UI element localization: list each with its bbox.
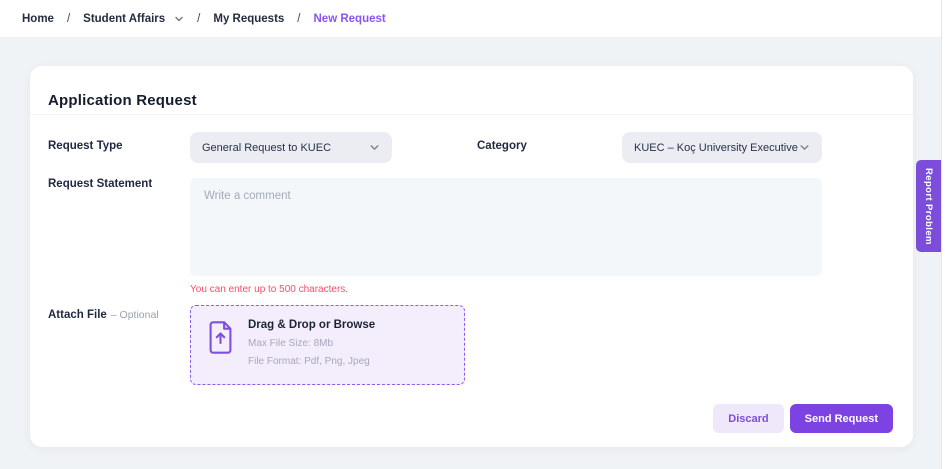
chevron-down-icon bbox=[369, 142, 380, 153]
breadcrumb-item-label: Student Affairs bbox=[83, 13, 165, 25]
dropzone-title: Drag & Drop or Browse bbox=[248, 319, 375, 331]
breadcrumb: Home / Student Affairs / My Requests / N… bbox=[22, 13, 386, 25]
breadcrumb-bar: Home / Student Affairs / My Requests / N… bbox=[0, 0, 945, 38]
report-problem-label: Report Problem bbox=[923, 168, 934, 245]
attach-file-label-text: Attach File bbox=[48, 309, 107, 321]
send-request-button[interactable]: Send Request bbox=[790, 404, 893, 433]
category-label: Category bbox=[477, 140, 527, 152]
breadcrumb-item-my-requests[interactable]: My Requests bbox=[213, 13, 284, 25]
category-value: KUEC – Koç University Executive Cou... bbox=[634, 142, 799, 154]
dropzone-text: Drag & Drop or Browse Max File Size: 8Mb… bbox=[248, 319, 375, 367]
breadcrumb-separator: / bbox=[67, 13, 70, 25]
file-dropzone[interactable]: Drag & Drop or Browse Max File Size: 8Mb… bbox=[190, 305, 465, 385]
breadcrumb-item-student-affairs[interactable]: Student Affairs bbox=[83, 13, 184, 25]
report-problem-tab[interactable]: Report Problem bbox=[916, 160, 941, 252]
character-limit-helper: You can enter up to 500 characters. bbox=[190, 284, 348, 295]
title-divider bbox=[30, 114, 913, 115]
breadcrumb-item-new-request: New Request bbox=[314, 13, 386, 25]
breadcrumb-separator: / bbox=[297, 13, 300, 25]
request-statement-label: Request Statement bbox=[48, 178, 152, 190]
chevron-down-icon bbox=[799, 142, 810, 153]
form-actions: Discard Send Request bbox=[713, 404, 893, 433]
category-select[interactable]: KUEC – Koç University Executive Cou... bbox=[622, 132, 822, 163]
breadcrumb-item-home[interactable]: Home bbox=[22, 13, 54, 25]
scrollbar-track[interactable] bbox=[941, 0, 945, 469]
page-title: Application Request bbox=[48, 92, 197, 109]
application-request-card: Application Request Request Type General… bbox=[30, 66, 913, 447]
file-upload-icon bbox=[207, 321, 234, 359]
max-file-size: Max File Size: 8Mb bbox=[248, 338, 375, 349]
optional-hint: – Optional bbox=[111, 309, 159, 321]
attach-file-label: Attach File – Optional bbox=[48, 309, 159, 321]
request-type-select[interactable]: General Request to KUEC bbox=[190, 132, 392, 163]
discard-button[interactable]: Discard bbox=[713, 404, 783, 433]
file-format: File Format: Pdf, Png, Jpeg bbox=[248, 356, 375, 367]
page: Home / Student Affairs / My Requests / N… bbox=[0, 0, 945, 469]
request-type-label: Request Type bbox=[48, 140, 123, 152]
request-type-value: General Request to KUEC bbox=[202, 142, 331, 154]
request-statement-input[interactable] bbox=[190, 178, 822, 276]
breadcrumb-separator: / bbox=[197, 13, 200, 25]
chevron-down-icon[interactable] bbox=[174, 14, 184, 24]
